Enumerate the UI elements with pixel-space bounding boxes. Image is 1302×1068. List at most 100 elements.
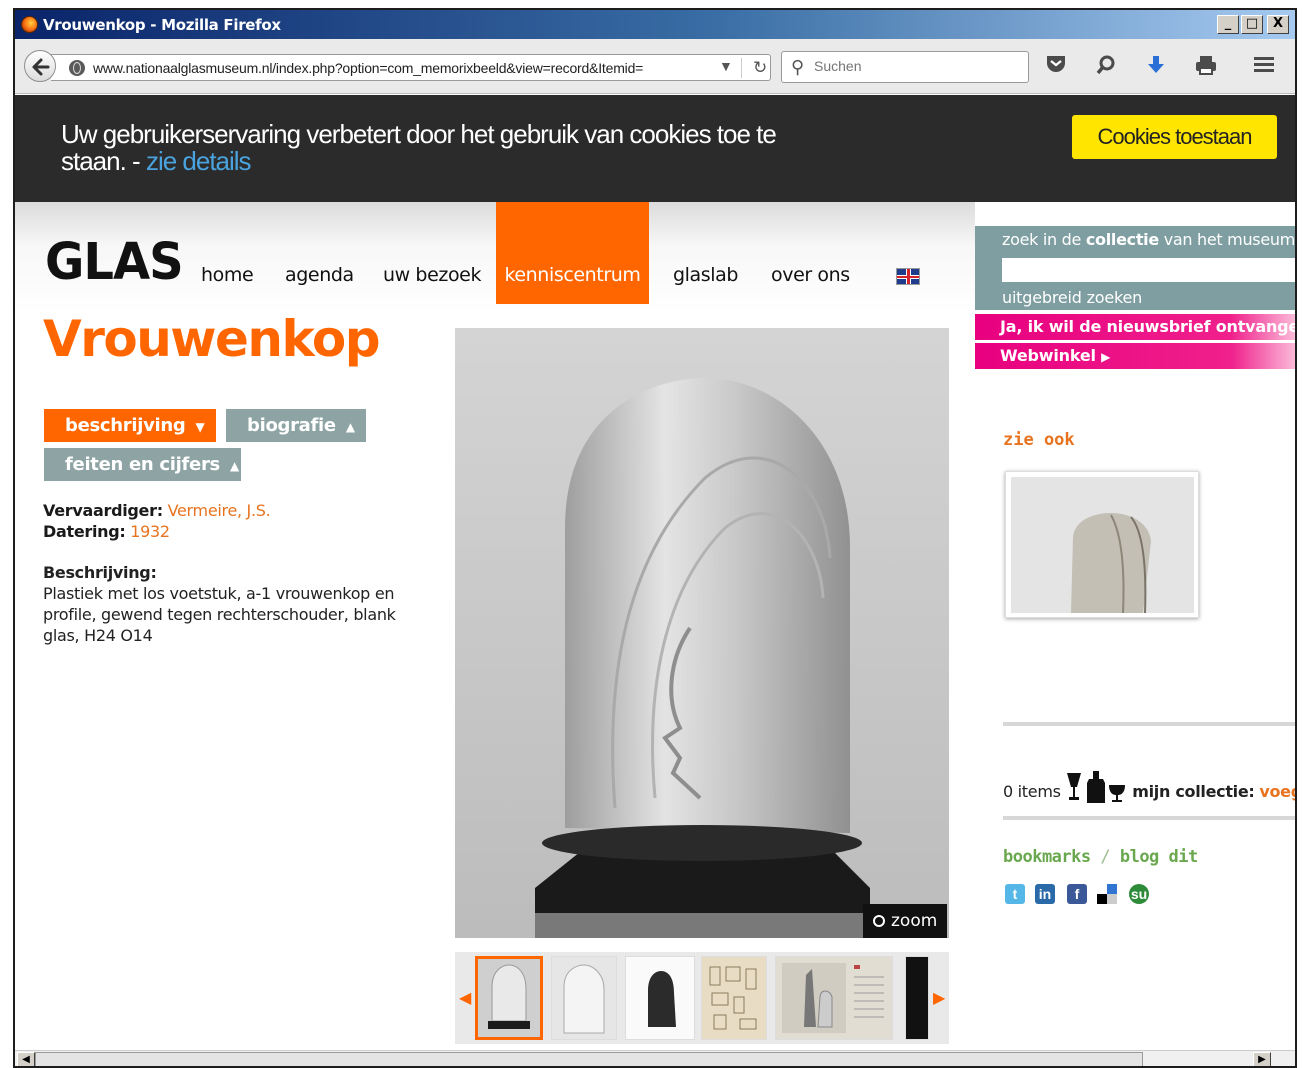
accept-cookies-button[interactable]: Cookies toestaan bbox=[1072, 115, 1277, 159]
cookie-details-link[interactable]: zie details bbox=[146, 146, 252, 176]
stumbleupon-icon[interactable]: su bbox=[1129, 884, 1149, 904]
arrow-right-icon: ▶ bbox=[1101, 350, 1111, 364]
search-icon: ⚲ bbox=[791, 57, 805, 77]
browser-window: Vrouwenkop - Mozilla Firefox _ □ X www.n… bbox=[13, 8, 1297, 1068]
caret-up-icon: ▲ bbox=[229, 459, 239, 473]
record-info: Vervaardiger: Vermeire, J.S. Datering: 1… bbox=[43, 500, 271, 542]
thumbnail-4[interactable] bbox=[701, 956, 767, 1040]
thumb-prev-icon[interactable]: ◀ bbox=[459, 988, 471, 1008]
collection-search-input[interactable] bbox=[1002, 258, 1295, 282]
reload-icon[interactable]: ↻ bbox=[753, 58, 767, 78]
maximize-button[interactable]: □ bbox=[1241, 15, 1263, 34]
zoom-icon[interactable] bbox=[1093, 54, 1119, 80]
record-description: Beschrijving: Plastiek met los voetstuk,… bbox=[43, 562, 403, 646]
main-object-image[interactable] bbox=[455, 328, 949, 938]
divider bbox=[1003, 722, 1295, 726]
nav-kenniscentrum[interactable]: kenniscentrum bbox=[496, 202, 649, 304]
glass-sculpture-image bbox=[455, 328, 949, 938]
my-collection-row: 0 items mijn collectie: voeg toe bbox=[1003, 769, 1295, 805]
tab-biografie[interactable]: biografie ▲ bbox=[226, 409, 366, 442]
url-history-dropdown-icon[interactable]: ▼ bbox=[719, 58, 733, 74]
firefox-icon bbox=[21, 16, 38, 33]
url-separator bbox=[741, 58, 742, 78]
thumbnail-1[interactable] bbox=[475, 956, 543, 1040]
newsletter-link[interactable]: Ja, ik wil de nieuwsbrief ontvangen ▶ bbox=[975, 314, 1295, 340]
scrollbar-thumb[interactable] bbox=[35, 1052, 1143, 1066]
facebook-icon[interactable]: f bbox=[1067, 884, 1087, 904]
caret-up-icon: ▲ bbox=[345, 420, 355, 434]
nav-over-ons[interactable]: over ons bbox=[771, 264, 850, 286]
collection-search-label: zoek in de collectie van het museum bbox=[1002, 230, 1295, 249]
maker-label: Vervaardiger: bbox=[43, 501, 163, 520]
description-label: Beschrijving: bbox=[43, 563, 157, 582]
bookmarks-separator: / bbox=[1090, 847, 1120, 867]
date-value: 1932 bbox=[130, 522, 170, 541]
cookie-banner: Uw gebruikerservaring verbetert door het… bbox=[15, 95, 1295, 202]
zoom-plus-icon bbox=[873, 915, 885, 927]
minimize-button[interactable]: _ bbox=[1217, 15, 1239, 34]
back-button[interactable] bbox=[24, 50, 56, 82]
download-icon[interactable] bbox=[1143, 54, 1169, 80]
print-icon[interactable] bbox=[1193, 54, 1219, 80]
zoom-label: zoom bbox=[891, 911, 938, 931]
tab-biografie-label: biografie bbox=[247, 415, 336, 436]
scroll-right-icon[interactable]: ▶ bbox=[1253, 1052, 1271, 1066]
navigation-toolbar: www.nationaalglasmuseum.nl/index.php?opt… bbox=[15, 39, 1295, 94]
back-arrow-icon bbox=[32, 58, 50, 76]
bookmarks-heading: bookmarks / blog dit bbox=[1003, 847, 1198, 867]
glassware-icon bbox=[1067, 771, 1126, 803]
cookie-message: Uw gebruikerservaring verbetert door het… bbox=[61, 121, 821, 175]
bookmarks-label: bookmarks bbox=[1003, 847, 1091, 867]
my-collection-label: mijn collectie: bbox=[1132, 782, 1255, 801]
search-box[interactable]: ⚲ bbox=[781, 51, 1029, 83]
blog-label: blog dit bbox=[1119, 847, 1198, 867]
thumbnail-2[interactable] bbox=[551, 956, 617, 1040]
caret-down-icon: ▼ bbox=[195, 420, 205, 434]
horizontal-scrollbar[interactable]: ◀ ▶ bbox=[15, 1050, 1295, 1066]
thumbnail-3[interactable] bbox=[625, 956, 695, 1040]
maker-link[interactable]: Vermeire, J.S. bbox=[168, 501, 271, 520]
see-also-image bbox=[1011, 477, 1194, 613]
newsletter-label: Ja, ik wil de nieuwsbrief ontvangen bbox=[1000, 317, 1297, 336]
nav-agenda[interactable]: agenda bbox=[285, 264, 354, 286]
advanced-search-link[interactable]: uitgebreid zoeken bbox=[1002, 288, 1142, 307]
see-also-heading: zie ook bbox=[1003, 430, 1075, 450]
linkedin-icon[interactable]: in bbox=[1035, 884, 1055, 904]
title-bar: Vrouwenkop - Mozilla Firefox _ □ X bbox=[15, 10, 1295, 39]
thumbnail-5[interactable] bbox=[775, 956, 893, 1040]
webshop-link[interactable]: Webwinkel ▶ bbox=[975, 343, 1295, 369]
delicious-icon[interactable] bbox=[1097, 884, 1117, 904]
nav-kenniscentrum-label: kenniscentrum bbox=[504, 264, 641, 286]
nav-glaslab[interactable]: glaslab bbox=[673, 264, 738, 286]
date-label: Datering: bbox=[43, 522, 126, 541]
twitter-icon[interactable]: t bbox=[1005, 884, 1025, 904]
tab-beschrijving[interactable]: beschrijving ▼ bbox=[44, 409, 216, 442]
url-bar[interactable]: www.nationaalglasmuseum.nl/index.php?opt… bbox=[51, 54, 771, 81]
english-flag-icon[interactable] bbox=[896, 268, 920, 285]
divider bbox=[1003, 816, 1295, 820]
nav-uw-bezoek[interactable]: uw bezoek bbox=[383, 264, 481, 286]
tab-feiten-label: feiten en cijfers bbox=[65, 454, 220, 475]
description-text: Plastiek met los voetstuk, a-1 vrouwenko… bbox=[43, 584, 396, 645]
items-count: 0 items bbox=[1003, 782, 1061, 801]
thumb-next-icon[interactable]: ▶ bbox=[933, 988, 945, 1008]
menu-icon[interactable] bbox=[1251, 54, 1277, 80]
webshop-label: Webwinkel bbox=[1000, 346, 1096, 365]
thumbnail-6[interactable] bbox=[905, 956, 929, 1040]
window-title: Vrouwenkop - Mozilla Firefox bbox=[43, 16, 281, 34]
nav-home[interactable]: home bbox=[201, 264, 254, 286]
zoom-button[interactable]: zoom bbox=[863, 904, 947, 938]
tab-beschrijving-label: beschrijving bbox=[65, 415, 186, 436]
scroll-left-icon[interactable]: ◀ bbox=[17, 1052, 35, 1066]
add-to-collection-link[interactable]: voeg toe bbox=[1259, 782, 1295, 801]
globe-icon bbox=[69, 60, 85, 76]
tab-feiten-en-cijfers[interactable]: feiten en cijfers ▲ bbox=[44, 448, 241, 481]
url-text[interactable]: www.nationaalglasmuseum.nl/index.php?opt… bbox=[93, 60, 703, 76]
see-also-thumbnail[interactable] bbox=[1005, 471, 1199, 618]
page-title: Vrouwenkop bbox=[43, 310, 381, 368]
page-content: GLAS home agenda uw bezoek kenniscentrum… bbox=[15, 202, 1295, 1048]
site-logo[interactable]: GLAS bbox=[45, 233, 184, 292]
pocket-icon[interactable] bbox=[1043, 54, 1069, 80]
close-button[interactable]: X bbox=[1267, 15, 1289, 34]
search-input[interactable] bbox=[814, 58, 1014, 74]
